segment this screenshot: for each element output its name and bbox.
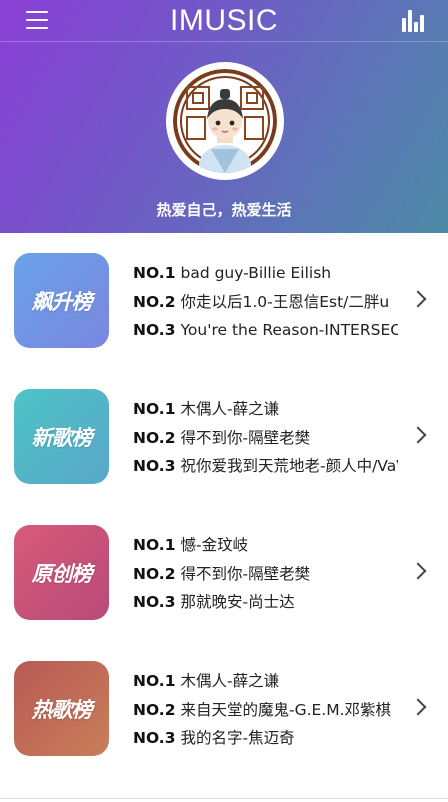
- track-rank: NO.2: [133, 564, 176, 583]
- chart-cover[interactable]: 飙升榜: [14, 253, 109, 348]
- track-title: 憾-金玟岐: [180, 536, 249, 554]
- chart-card-soaring[interactable]: 飙升榜 NO.1 bad guy-Billie Eilish NO.2 你走以后1.…: [0, 233, 448, 369]
- track-rank: NO.1: [133, 672, 176, 690]
- track-rank: NO.3: [133, 593, 176, 611]
- track-title: 来自天堂的魔鬼-G.E.M.邓紫棋: [180, 700, 392, 719]
- chart-list: 飙升榜 NO.1 bad guy-Billie Eilish NO.2 你走以后1.…: [0, 233, 448, 777]
- chevron-right-icon[interactable]: [409, 426, 427, 444]
- track-item[interactable]: NO.2 你走以后1.0-王恩信Est/二胖u: [133, 288, 398, 317]
- track-item[interactable]: NO.3 那就晚安-尚士达: [133, 588, 398, 617]
- track-list: NO.1 bad guy-Billie Eilish NO.2 你走以后1.0-王恩…: [133, 259, 398, 345]
- chart-cover-label: 飙升榜: [31, 289, 93, 314]
- track-item[interactable]: NO.1 憾-金玟岐: [133, 531, 398, 560]
- track-list: NO.1 木偶人-薛之谦 NO.2 来自天堂的魔鬼-G.E.M.邓紫棋 NO.3 我的…: [133, 667, 398, 753]
- track-rank: NO.1: [133, 264, 176, 282]
- chevron-right-icon[interactable]: [409, 290, 427, 308]
- track-rank: NO.3: [133, 321, 176, 339]
- track-rank: NO.1: [133, 536, 176, 554]
- track-title: bad guy-Billie Eilish: [180, 264, 332, 282]
- profile-header: IMUSIC 热爱自己，热爱生活: [0, 0, 448, 233]
- track-rank: NO.2: [133, 700, 176, 719]
- chevron-right-icon[interactable]: [409, 562, 427, 580]
- track-item[interactable]: NO.2 得不到你-隔壁老樊: [133, 424, 398, 453]
- track-item[interactable]: NO.3 祝你爱我到天荒地老-颜人中/VaVa: [133, 452, 398, 481]
- track-title: 木偶人-薛之谦: [180, 400, 280, 418]
- bar-chart-icon[interactable]: [402, 10, 426, 32]
- track-item[interactable]: NO.3 我的名字-焦迈奇: [133, 724, 398, 753]
- track-title: 得不到你-隔壁老樊: [180, 564, 311, 583]
- slogan: 热爱自己，热爱生活: [156, 201, 292, 219]
- track-title: 你走以后1.0-王恩信Est/二胖u: [180, 292, 390, 311]
- track-item[interactable]: NO.2 来自天堂的魔鬼-G.E.M.邓紫棋: [133, 696, 398, 725]
- chart-card-hot-songs[interactable]: 热歌榜 NO.1 木偶人-薛之谦 NO.2 来自天堂的魔鬼-G.E.M.邓紫棋 NO…: [0, 641, 448, 777]
- avatar[interactable]: [166, 62, 284, 180]
- track-title: 祝你爱我到天荒地老-颜人中/VaVa: [180, 457, 398, 475]
- track-list: NO.1 憾-金玟岐 NO.2 得不到你-隔壁老樊 NO.3 那就晚安-尚士达: [133, 531, 398, 617]
- chart-cover[interactable]: 热歌榜: [14, 661, 109, 756]
- chart-cover[interactable]: 新歌榜: [14, 389, 109, 484]
- chart-cover[interactable]: 原创榜: [14, 525, 109, 620]
- track-rank: NO.1: [133, 400, 176, 418]
- track-title: 那就晚安-尚士达: [180, 593, 295, 611]
- chart-cover-label: 原创榜: [31, 561, 93, 586]
- track-title: 木偶人-薛之谦: [180, 672, 280, 690]
- app-title: IMUSIC: [170, 4, 278, 37]
- divider: [0, 798, 448, 799]
- track-title: 我的名字-焦迈奇: [180, 729, 295, 747]
- chart-card-original[interactable]: 原创榜 NO.1 憾-金玟岐 NO.2 得不到你-隔壁老樊 NO.3 那就晚安-尚士达: [0, 505, 448, 641]
- track-item[interactable]: NO.2 得不到你-隔壁老樊: [133, 560, 398, 589]
- chevron-right-icon[interactable]: [409, 698, 427, 716]
- avatar-illustration: [173, 69, 277, 173]
- track-item[interactable]: NO.3You're the Reason-INTERSECTION: [133, 316, 398, 345]
- track-rank: NO.3: [133, 457, 176, 475]
- track-rank: NO.2: [133, 292, 176, 311]
- chart-cover-label: 热歌榜: [31, 697, 93, 722]
- track-title: 得不到你-隔壁老樊: [180, 428, 311, 447]
- track-title: You're the Reason-INTERSECTION: [180, 321, 398, 339]
- track-item[interactable]: NO.1 木偶人-薛之谦: [133, 667, 398, 696]
- top-bar: IMUSIC: [0, 0, 448, 42]
- chart-cover-label: 新歌榜: [31, 425, 93, 450]
- track-item[interactable]: NO.1 木偶人-薛之谦: [133, 395, 398, 424]
- track-rank: NO.2: [133, 428, 176, 447]
- track-list: NO.1 木偶人-薛之谦 NO.2 得不到你-隔壁老樊 NO.3 祝你爱我到天荒地老-…: [133, 395, 398, 481]
- chart-card-new-songs[interactable]: 新歌榜 NO.1 木偶人-薛之谦 NO.2 得不到你-隔壁老樊 NO.3 祝你爱我到天…: [0, 369, 448, 505]
- track-rank: NO.3: [133, 729, 176, 747]
- track-item[interactable]: NO.1 bad guy-Billie Eilish: [133, 259, 398, 288]
